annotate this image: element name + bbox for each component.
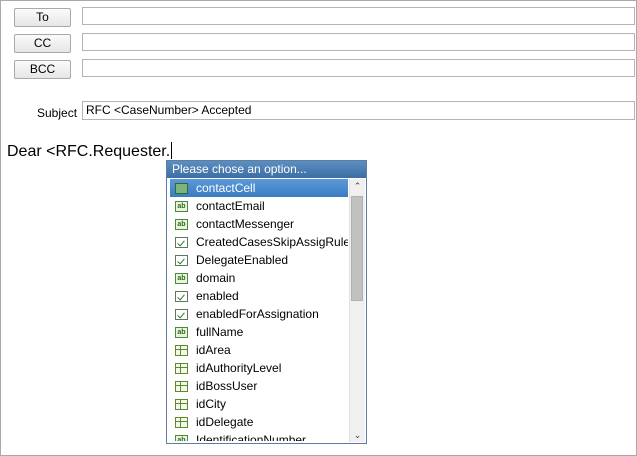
text-field-icon: ab — [175, 326, 188, 338]
option-item[interactable]: ab IdentificationNumber — [170, 431, 348, 441]
option-item[interactable]: ab domain — [170, 269, 348, 287]
bcc-button[interactable]: BCC — [14, 60, 71, 79]
cc-field[interactable] — [82, 33, 635, 51]
text-field-icon: ab — [175, 272, 188, 284]
option-item[interactable]: idDelegate — [170, 413, 348, 431]
table-icon — [175, 416, 188, 428]
option-item[interactable]: idBossUser — [170, 377, 348, 395]
scroll-down-icon[interactable]: ⌄ — [350, 428, 365, 442]
option-label: idCity — [196, 397, 227, 411]
text-caret — [171, 142, 173, 159]
cc-button[interactable]: CC — [14, 34, 71, 53]
to-button[interactable]: To — [14, 8, 71, 27]
checkbox-icon — [175, 254, 188, 266]
text-field-icon: ab — [175, 434, 188, 441]
option-label: idArea — [196, 343, 231, 357]
option-item[interactable]: enabled — [170, 287, 348, 305]
option-label: fullName — [196, 325, 244, 339]
table-icon — [175, 398, 188, 410]
option-label: contactEmail — [196, 199, 265, 213]
option-item[interactable]: idAuthorityLevel — [170, 359, 348, 377]
option-item[interactable]: enabledForAssignation — [170, 305, 348, 323]
subject-label: Subject — [37, 106, 78, 120]
option-label: enabledForAssignation — [196, 307, 319, 321]
option-label: contactMessenger — [196, 217, 295, 231]
autocomplete-header: Please chose an option... — [167, 161, 366, 178]
option-item[interactable]: ab contactMessenger — [170, 215, 348, 233]
option-item[interactable]: DelegateEnabled — [170, 251, 348, 269]
table-icon — [175, 380, 188, 392]
table-icon — [175, 344, 188, 356]
option-item[interactable]: idArea — [170, 341, 348, 359]
bcc-field[interactable] — [82, 59, 635, 77]
option-label: IdentificationNumber — [196, 433, 307, 441]
cell-icon — [175, 182, 188, 194]
option-label: contactCell — [196, 181, 256, 195]
checkbox-icon — [175, 308, 188, 320]
option-label: idAuthorityLevel — [196, 361, 282, 375]
table-icon — [175, 362, 188, 374]
option-item[interactable]: CreatedCasesSkipAssigRules — [170, 233, 348, 251]
option-label: enabled — [196, 289, 239, 303]
option-label: idDelegate — [196, 415, 254, 429]
checkbox-icon — [175, 290, 188, 302]
option-item[interactable]: idCity — [170, 395, 348, 413]
text-field-icon: ab — [175, 218, 188, 230]
autocomplete-popup: Please chose an option... contactCell ab c… — [166, 160, 367, 444]
option-label: idBossUser — [196, 379, 258, 393]
to-field[interactable] — [82, 7, 635, 25]
option-label: DelegateEnabled — [196, 253, 289, 267]
option-label: CreatedCasesSkipAssigRules — [196, 235, 348, 249]
option-item[interactable]: ab contactEmail — [170, 197, 348, 215]
option-item[interactable]: ab fullName — [170, 323, 348, 341]
message-body[interactable]: Dear <RFC.Requester. — [7, 142, 173, 162]
message-body-text: Dear <RFC.Requester. — [7, 143, 171, 160]
email-compose-window: To CC BCC Subject RFC <CaseNumber> Accep… — [0, 0, 637, 456]
scrollbar-thumb[interactable] — [351, 196, 363, 301]
subject-field[interactable]: RFC <CaseNumber> Accepted — [82, 101, 635, 120]
autocomplete-list[interactable]: contactCell ab contactEmail ab contactMessen… — [170, 179, 348, 441]
checkbox-icon — [175, 236, 188, 248]
text-field-icon: ab — [175, 200, 188, 212]
scroll-up-icon[interactable]: ⌃ — [350, 179, 365, 193]
option-label: domain — [196, 271, 236, 285]
option-item[interactable]: contactCell — [170, 179, 348, 197]
autocomplete-scrollbar[interactable]: ⌃ ⌄ — [349, 179, 365, 442]
